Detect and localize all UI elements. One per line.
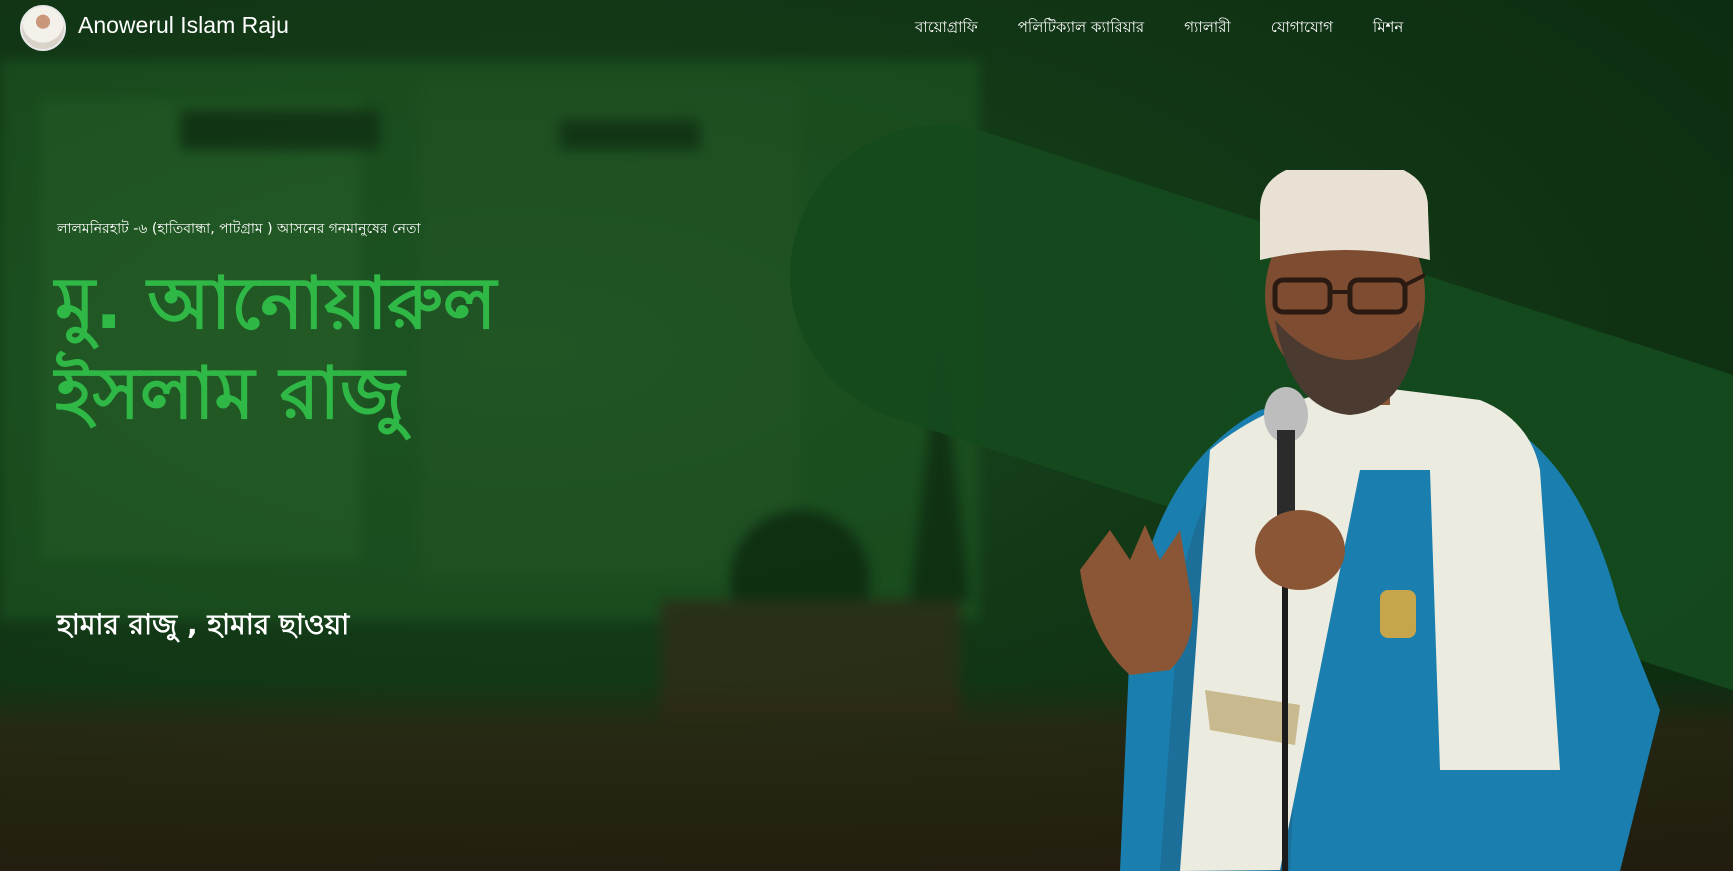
- hero-page: Anowerul Islam Raju বায়োগ্রাফি পলিটিক্য…: [0, 0, 1733, 871]
- hero-name-heading: মু. আনোয়ারুল ইসলাম রাজু: [55, 261, 497, 435]
- speaker-portrait-image: [1080, 170, 1660, 871]
- site-header: Anowerul Islam Raju বায়োগ্রাফি পলিটিক্য…: [0, 0, 1733, 54]
- hero-tagline: লালমনিরহাট -৬ (হাতিবান্ধা, পাটগ্রাম ) আস…: [57, 221, 421, 237]
- main-nav: বায়োগ্রাফি পলিটিক্যাল ক্যারিয়ার গ্যালা…: [915, 16, 1403, 41]
- avatar-icon[interactable]: [20, 5, 66, 51]
- nav-item-political-career[interactable]: পলিটিক্যাল ক্যারিয়ার: [1018, 16, 1144, 41]
- nav-item-biography[interactable]: বায়োগ্রাফি: [915, 16, 978, 41]
- hero-slogan: হামার রাজু , হামার ছাওয়া: [57, 608, 350, 641]
- site-name[interactable]: Anowerul Islam Raju: [78, 12, 289, 39]
- nav-item-gallery[interactable]: গ্যালারী: [1184, 16, 1231, 41]
- nav-item-mission[interactable]: মিশন: [1373, 16, 1403, 41]
- nav-item-contact[interactable]: যোগাযোগ: [1271, 16, 1333, 41]
